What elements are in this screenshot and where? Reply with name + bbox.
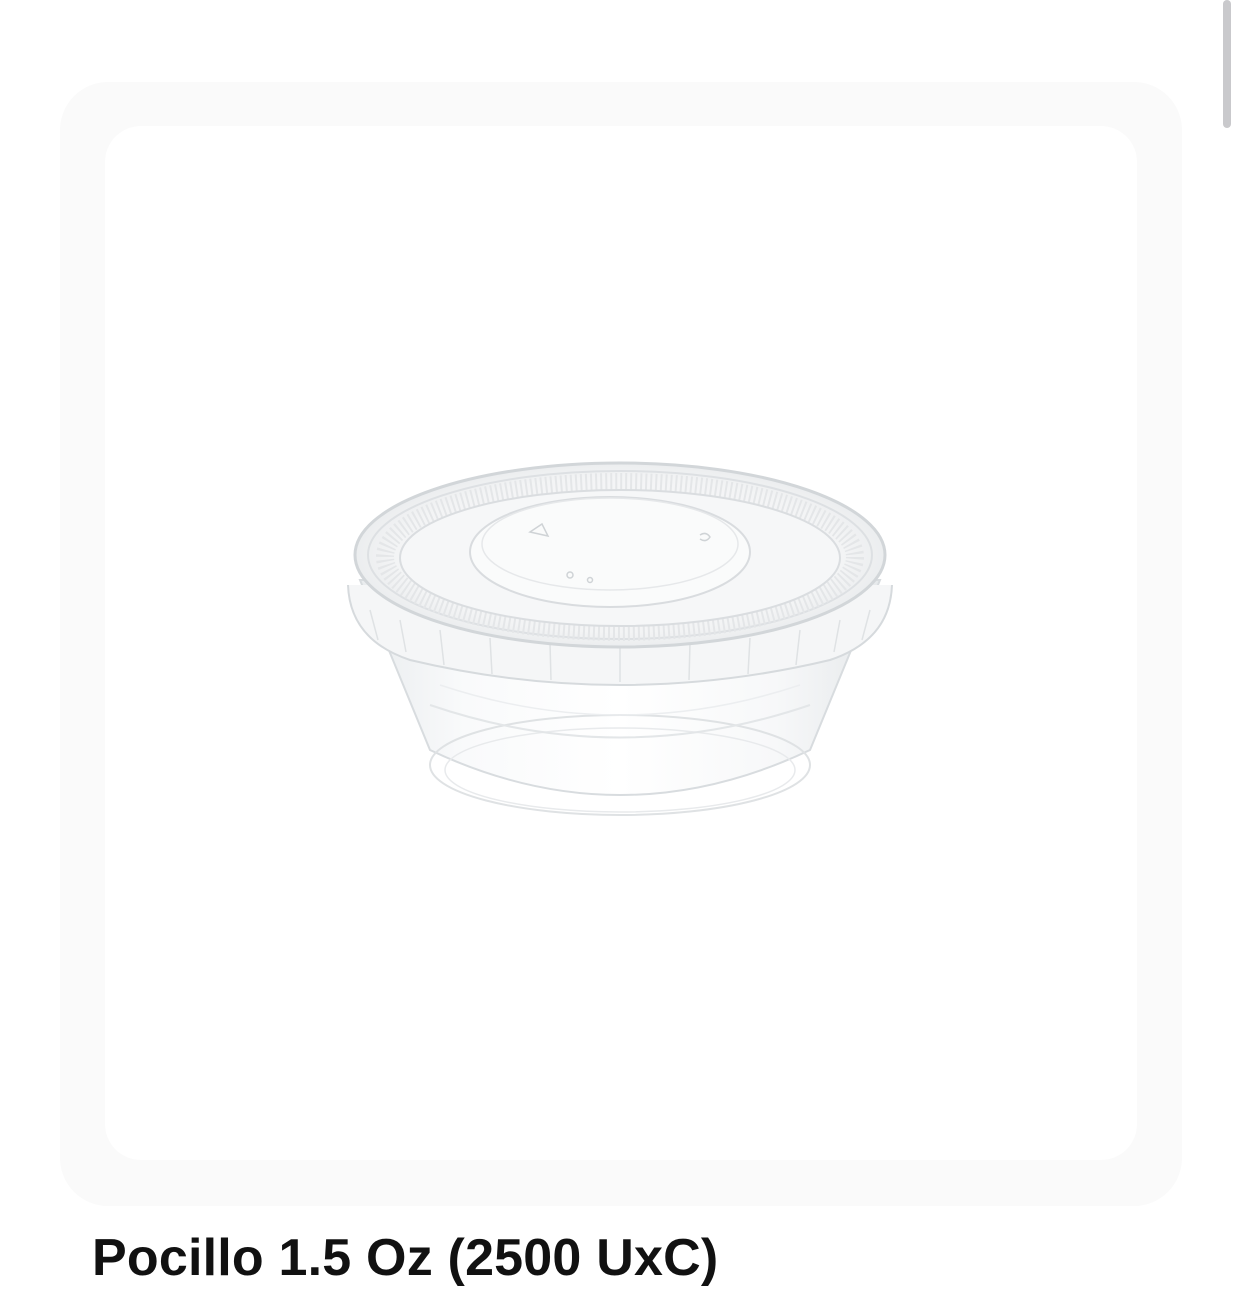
product-page: Pocillo 1.5 Oz (2500 UxC): [0, 0, 1242, 1313]
scrollbar[interactable]: [1223, 0, 1231, 128]
product-image: [347, 461, 893, 816]
product-title: Pocillo 1.5 Oz (2500 UxC): [92, 1229, 719, 1287]
